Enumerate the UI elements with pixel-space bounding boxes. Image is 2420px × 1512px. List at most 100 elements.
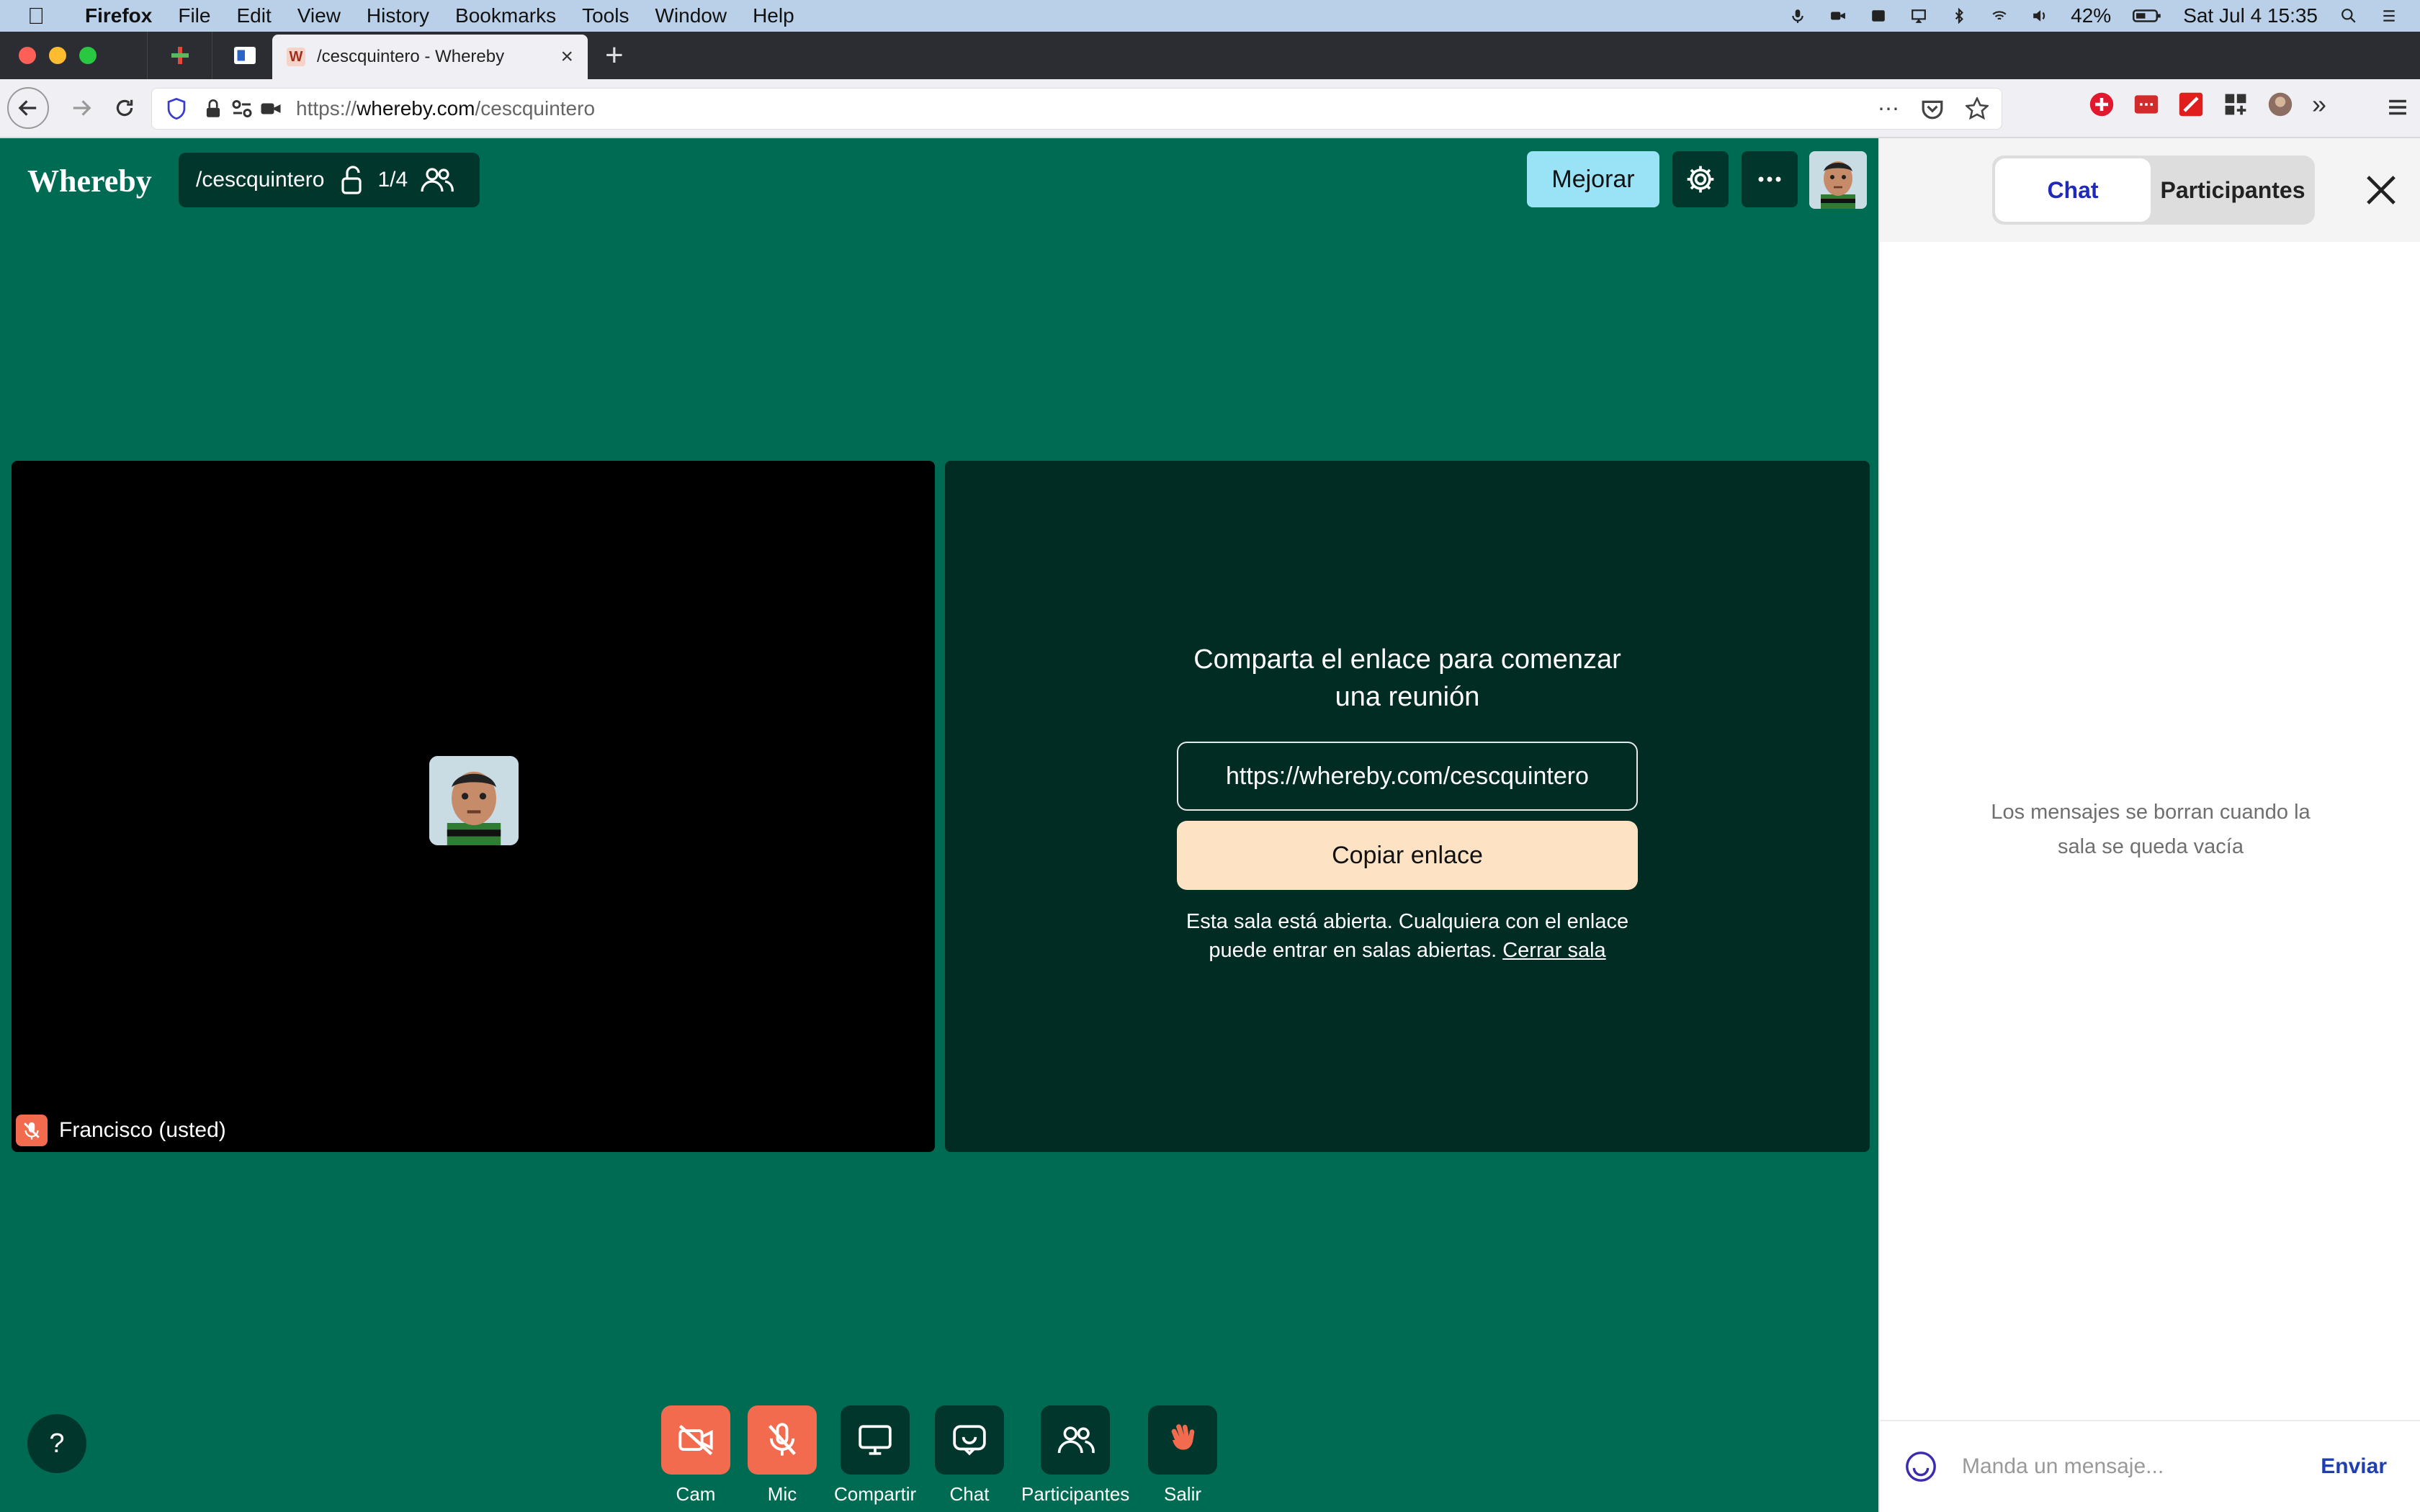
close-panel-icon[interactable] — [2362, 171, 2400, 209]
lock-icon[interactable] — [204, 98, 223, 120]
arrow-left-icon — [18, 100, 37, 116]
leave-button[interactable]: Salir — [1148, 1405, 1217, 1506]
extension-pen-icon[interactable] — [2178, 91, 2204, 117]
hamburger-menu-button[interactable] — [2385, 95, 2410, 123]
battery-icon[interactable] — [2133, 8, 2161, 24]
waving-hand-icon — [1148, 1405, 1217, 1475]
close-room-link[interactable]: Cerrar sala — [1502, 939, 1605, 962]
reload-button[interactable] — [104, 87, 145, 129]
settings-button[interactable] — [1672, 151, 1729, 207]
close-window-button[interactable] — [19, 47, 36, 64]
help-button[interactable]: ? — [27, 1414, 86, 1473]
self-name: Francisco (usted) — [59, 1118, 226, 1142]
tracking-shield-icon[interactable] — [166, 98, 187, 120]
menubar-clock[interactable]: Sat Jul 4 15:35 — [2183, 4, 2318, 27]
people-icon — [1041, 1405, 1111, 1475]
room-info[interactable]: /cescquintero 1/4 — [179, 153, 480, 207]
pinned-tab-2[interactable] — [212, 32, 277, 79]
chat-empty-line2: sala se queda vacía — [2058, 835, 2244, 858]
menu-history[interactable]: History — [367, 4, 429, 27]
macos-menubar:  Firefox File Edit View History Bookmar… — [0, 0, 2420, 32]
tab-title: /cescquintero - Whereby — [317, 47, 505, 66]
mic-toggle-button[interactable]: Mic — [748, 1405, 817, 1506]
reload-icon — [116, 99, 133, 117]
url-text: https://whereby.com/cescquintero — [296, 97, 596, 120]
new-tab-button[interactable]: + — [605, 37, 624, 73]
menu-edit[interactable]: Edit — [236, 4, 271, 27]
chat-toggle-button[interactable]: Chat — [935, 1405, 1004, 1506]
active-tab[interactable]: W /cescquintero - Whereby × — [272, 35, 588, 79]
avatar-face-icon — [1809, 151, 1867, 209]
share-screen-button[interactable]: Compartir — [834, 1405, 916, 1506]
window-controls — [19, 47, 97, 64]
airplay-icon[interactable] — [1909, 8, 1928, 24]
cam-toggle-button[interactable]: Cam — [661, 1405, 730, 1506]
browser-navbar: https://whereby.com/cescquintero ⋯ » — [0, 79, 2420, 138]
menu-tools[interactable]: Tools — [582, 4, 629, 27]
upgrade-button[interactable]: Mejorar — [1527, 151, 1659, 207]
room-link-field[interactable]: https://whereby.com/cescquintero — [1177, 742, 1638, 811]
extension-password-icon[interactable] — [2133, 91, 2159, 117]
bluetooth-icon[interactable] — [1950, 8, 1968, 24]
mic-off-icon — [748, 1405, 817, 1475]
minimize-window-button[interactable] — [49, 47, 66, 64]
permissions-icon[interactable] — [231, 98, 253, 120]
menu-view[interactable]: View — [297, 4, 341, 27]
close-tab-icon[interactable]: × — [560, 45, 573, 69]
participants-toggle-button[interactable]: Participantes — [1021, 1405, 1129, 1506]
battery-percent: 42% — [2071, 4, 2112, 27]
chat-message-input[interactable]: Manda un mensaje... — [1962, 1454, 2321, 1479]
chat-empty-state: Los mensajes se borran cuando la sala se… — [1880, 795, 2420, 864]
calendar-icon[interactable] — [1869, 8, 1888, 24]
forward-button[interactable] — [60, 87, 102, 129]
whereby-logo[interactable]: Whereby — [27, 163, 152, 199]
ellipsis-icon — [1758, 176, 1781, 182]
volume-icon[interactable] — [2030, 8, 2049, 24]
gear-icon — [1687, 166, 1714, 193]
extension-plus-icon[interactable] — [2089, 91, 2115, 117]
maximize-window-button[interactable] — [79, 47, 97, 64]
account-avatar-icon[interactable] — [2267, 91, 2293, 117]
open-room-notice-line1: Esta sala está abierta. Cualquiera con e… — [1186, 910, 1629, 933]
back-button[interactable] — [7, 87, 49, 129]
pinned-tab-1[interactable] — [147, 32, 212, 79]
menu-bookmarks[interactable]: Bookmarks — [455, 4, 556, 27]
emoji-icon[interactable] — [1904, 1450, 1937, 1483]
participants-label: Participantes — [1021, 1483, 1130, 1505]
user-avatar[interactable] — [1809, 151, 1867, 209]
panel-header: Chat Participantes — [1880, 138, 2420, 242]
overflow-chevrons-icon[interactable]: » — [2312, 89, 2326, 120]
wifi-icon[interactable] — [1990, 8, 2009, 24]
tab-chat[interactable]: Chat — [1995, 158, 2151, 222]
tab-participants[interactable]: Participantes — [2151, 177, 2315, 204]
extension-grid-icon[interactable] — [2223, 91, 2249, 117]
camera-permission-icon[interactable] — [260, 98, 282, 120]
menu-app-firefox[interactable]: Firefox — [85, 4, 152, 27]
page-actions-icon[interactable]: ⋯ — [1878, 96, 1899, 122]
camera-icon[interactable] — [1829, 8, 1847, 24]
menu-file[interactable]: File — [178, 4, 210, 27]
apple-icon[interactable]:  — [27, 3, 63, 30]
panel-tabs: Chat Participantes — [1992, 156, 2315, 225]
avatar-face-icon — [429, 756, 519, 845]
copy-link-button[interactable]: Copiar enlace — [1177, 821, 1638, 890]
chat-empty-line1: Los mensajes se borran cuando la — [1991, 801, 2311, 824]
bookmark-star-icon[interactable] — [1966, 97, 1989, 120]
leave-label: Salir — [1163, 1483, 1201, 1505]
share-label: Compartir — [834, 1483, 917, 1505]
hamburger-menu-icon — [2389, 99, 2406, 115]
unlocked-icon — [341, 166, 362, 194]
microphone-icon[interactable] — [1788, 8, 1807, 24]
menu-window[interactable]: Window — [655, 4, 727, 27]
open-room-notice-line2: puede entrar en salas abiertas. — [1209, 939, 1497, 962]
share-title-line1: Comparta el enlace para comenzar — [1193, 644, 1621, 675]
more-options-button[interactable] — [1742, 151, 1798, 207]
pocket-icon[interactable] — [1921, 97, 1944, 120]
pinned-tab-favicon-icon — [233, 47, 256, 64]
open-room-notice: Esta sala está abierta. Cualquiera con e… — [945, 907, 1870, 965]
control-center-icon[interactable] — [2380, 8, 2398, 24]
menu-help[interactable]: Help — [753, 4, 794, 27]
url-bar[interactable]: https://whereby.com/cescquintero ⋯ — [151, 88, 2002, 130]
spotlight-search-icon[interactable] — [2339, 8, 2358, 24]
send-button[interactable]: Enviar — [2321, 1454, 2387, 1479]
